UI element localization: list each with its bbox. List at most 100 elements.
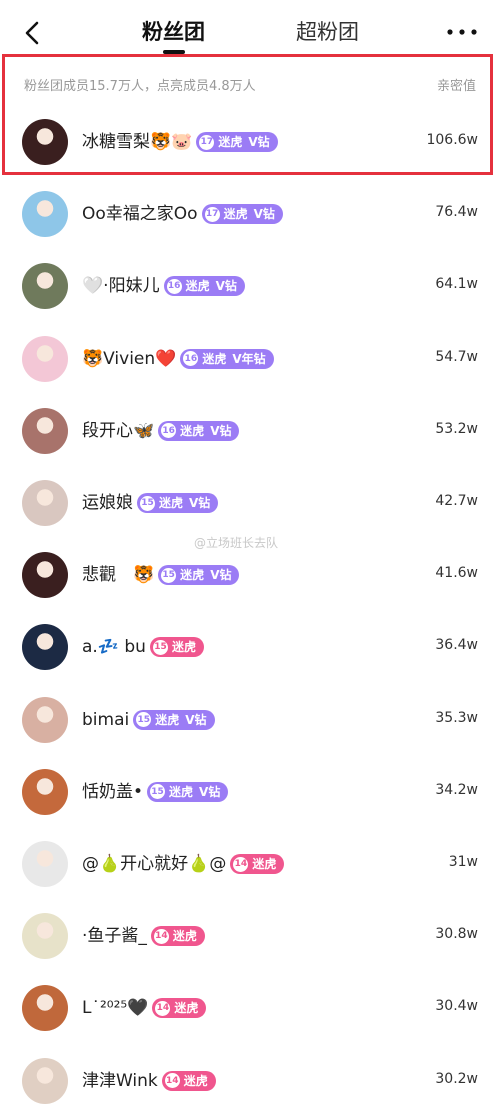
fan-club-tag: 迷虎 — [180, 423, 205, 438]
fan-level-badge: 14 迷虎 — [230, 854, 285, 874]
closeness-value: 76.4w — [435, 204, 478, 221]
fan-badge: 17 迷虎 V钻 — [196, 132, 278, 152]
member-name[interactable]: L˙²⁰²⁵🖤 — [82, 998, 148, 1018]
fan-level-badge: 17 迷虎 V钻 — [201, 204, 283, 225]
avatar[interactable] — [22, 768, 68, 815]
member-name[interactable]: 津津Wink — [82, 1071, 158, 1091]
member-name[interactable]: ·鱼子酱_ — [82, 926, 147, 946]
fan-club-tag: 迷虎 — [223, 207, 248, 222]
avatar[interactable] — [22, 696, 68, 743]
member-row[interactable]: @🍐开心就好🍐@ 14 迷虎 31w — [0, 828, 500, 900]
fan-level-number: 15 — [140, 495, 155, 511]
fan-level-number: 15 — [152, 639, 168, 655]
avatar[interactable] — [22, 985, 68, 1032]
avatar[interactable] — [22, 913, 68, 960]
avatar[interactable] — [22, 552, 68, 599]
avatar[interactable] — [22, 191, 68, 238]
member-name[interactable]: 悲觀 🐯 — [82, 565, 154, 585]
member-name-line: ·鱼子酱_ 14 迷虎 — [82, 924, 205, 948]
fan-level-badge: 15 迷虎 V钻 — [133, 709, 215, 730]
vip-diamond-tag: V钻 — [253, 207, 275, 222]
member-name[interactable]: @🍐开心就好🍐@ — [82, 854, 226, 874]
fan-level-number: 15 — [136, 712, 152, 728]
fan-club-tag: 迷虎 — [171, 640, 196, 655]
member-name[interactable]: a.💤 bu — [82, 637, 146, 657]
member-row[interactable]: 津津Wink 14 迷虎 30.2w — [0, 1045, 500, 1117]
tab-fan-club[interactable]: 粉丝团 — [142, 18, 205, 46]
fan-club-tag: 迷虎 — [155, 712, 180, 727]
member-name-line: 冰糖雪梨🐯🐷 17 迷虎 V钻 — [82, 130, 278, 154]
fan-level-number: 15 — [150, 784, 166, 800]
fan-level-number: 16 — [166, 278, 182, 294]
fan-level-badge: 17 迷虎 V钻 — [196, 132, 278, 152]
member-row[interactable]: 🐯Vivien❤️ 16 迷虎 V年钻 54.7w — [0, 323, 500, 395]
avatar[interactable] — [22, 119, 68, 165]
closeness-value: 36.4w — [435, 637, 478, 654]
fan-level-number: 17 — [204, 206, 220, 222]
avatar[interactable] — [22, 407, 68, 454]
fan-badge: 16 迷虎 V钻 — [158, 420, 240, 441]
member-name[interactable]: 运娘娘 — [82, 493, 133, 513]
closeness-value: 42.7w — [435, 493, 478, 509]
member-name-line: 津津Wink 14 迷虎 — [82, 1069, 216, 1093]
avatar[interactable] — [22, 480, 68, 526]
member-row[interactable]: 恬奶盖• 15 迷虎 V钻 34.2w — [0, 756, 500, 828]
fan-club-tag: 迷虎 — [159, 496, 184, 510]
member-name-line: 悲觀 🐯 15 迷虎 V钻 — [82, 563, 240, 587]
avatar[interactable] — [22, 263, 68, 310]
avatar[interactable] — [22, 1057, 68, 1104]
fan-club-tag: 迷虎 — [202, 351, 227, 366]
closeness-value: 54.7w — [435, 348, 478, 365]
member-row[interactable]: Oo幸福之家Oo 17 迷虎 V钻 76.4w — [0, 178, 500, 250]
fan-club-tag: 迷虎 — [183, 1073, 208, 1088]
member-name[interactable]: 🐯Vivien❤️ — [82, 349, 176, 369]
fan-badge: 15 迷虎 V钻 — [158, 565, 240, 586]
fan-level-badge: 16 迷虎 V钻 — [163, 276, 245, 297]
member-name[interactable]: Oo幸福之家Oo — [82, 204, 198, 224]
member-name[interactable]: 🤍·阳妹儿 — [82, 276, 160, 296]
member-row[interactable]: ·鱼子酱_ 14 迷虎 30.8w — [0, 900, 500, 972]
fan-badge: 16 迷虎 V钻 — [163, 276, 245, 297]
vip-diamond-tag: V钻 — [210, 423, 232, 438]
vip-diamond-tag: V钻 — [215, 279, 237, 294]
tab-super-fan-club[interactable]: 超粉团 — [296, 18, 359, 46]
more-options-icon[interactable] — [444, 22, 480, 42]
fan-level-number: 16 — [183, 351, 199, 367]
back-arrow-icon[interactable] — [18, 18, 48, 48]
member-row[interactable]: 运娘娘 15 迷虎 V钻 42.7w — [0, 467, 500, 539]
fan-level-badge: 15 迷虎 V钻 — [137, 493, 219, 513]
member-name[interactable]: 段开心🦋 — [82, 421, 154, 441]
member-name[interactable]: 冰糖雪梨🐯🐷 — [82, 132, 192, 152]
member-name[interactable]: 恬奶盖• — [82, 782, 143, 802]
member-row[interactable]: bimai 15 迷虎 V钻 35.3w — [0, 684, 500, 756]
member-row[interactable]: 🤍·阳妹儿 16 迷虎 V钻 64.1w — [0, 250, 500, 322]
member-name-line: bimai 15 迷虎 V钻 — [82, 708, 215, 732]
member-row[interactable]: a.💤 bu 15 迷虎 36.4w — [0, 611, 500, 683]
fan-level-number: 14 — [153, 928, 169, 944]
member-row[interactable]: 段开心🦋 16 迷虎 V钻 53.2w — [0, 395, 500, 467]
closeness-value: 34.2w — [435, 781, 478, 798]
fan-badge: 14 迷虎 — [161, 1070, 216, 1091]
fan-level-number: 17 — [199, 134, 215, 150]
avatar[interactable] — [22, 335, 68, 382]
vip-diamond-tag: V钻 — [199, 784, 221, 799]
fan-level-number: 14 — [155, 1000, 171, 1016]
vip-diamond-tag: V钻 — [189, 496, 211, 510]
watermark: @立场班长去队 — [194, 536, 279, 550]
closeness-value: 30.2w — [435, 1070, 478, 1087]
fan-level-badge: 15 迷虎 V钻 — [147, 781, 229, 802]
avatar[interactable] — [22, 624, 68, 671]
member-name-line: 恬奶盖• 15 迷虎 V钻 — [82, 780, 229, 804]
closeness-value: 30.8w — [435, 926, 478, 943]
member-row[interactable]: 冰糖雪梨🐯🐷 17 迷虎 V钻 106.6w — [0, 106, 500, 178]
avatar[interactable] — [22, 841, 68, 887]
member-name-line: Oo幸福之家Oo 17 迷虎 V钻 — [82, 202, 283, 226]
member-row[interactable]: L˙²⁰²⁵🖤 14 迷虎 30.4w — [0, 972, 500, 1044]
fan-club-tag: 迷虎 — [185, 279, 210, 294]
fan-level-badge: 14 迷虎 — [161, 1070, 216, 1091]
member-name[interactable]: bimai — [82, 710, 129, 730]
closeness-value: 41.6w — [435, 565, 478, 582]
fan-level-number: 14 — [233, 856, 249, 872]
closeness-value: 35.3w — [435, 709, 478, 726]
fan-badge: 15 迷虎 V钻 — [137, 493, 219, 513]
